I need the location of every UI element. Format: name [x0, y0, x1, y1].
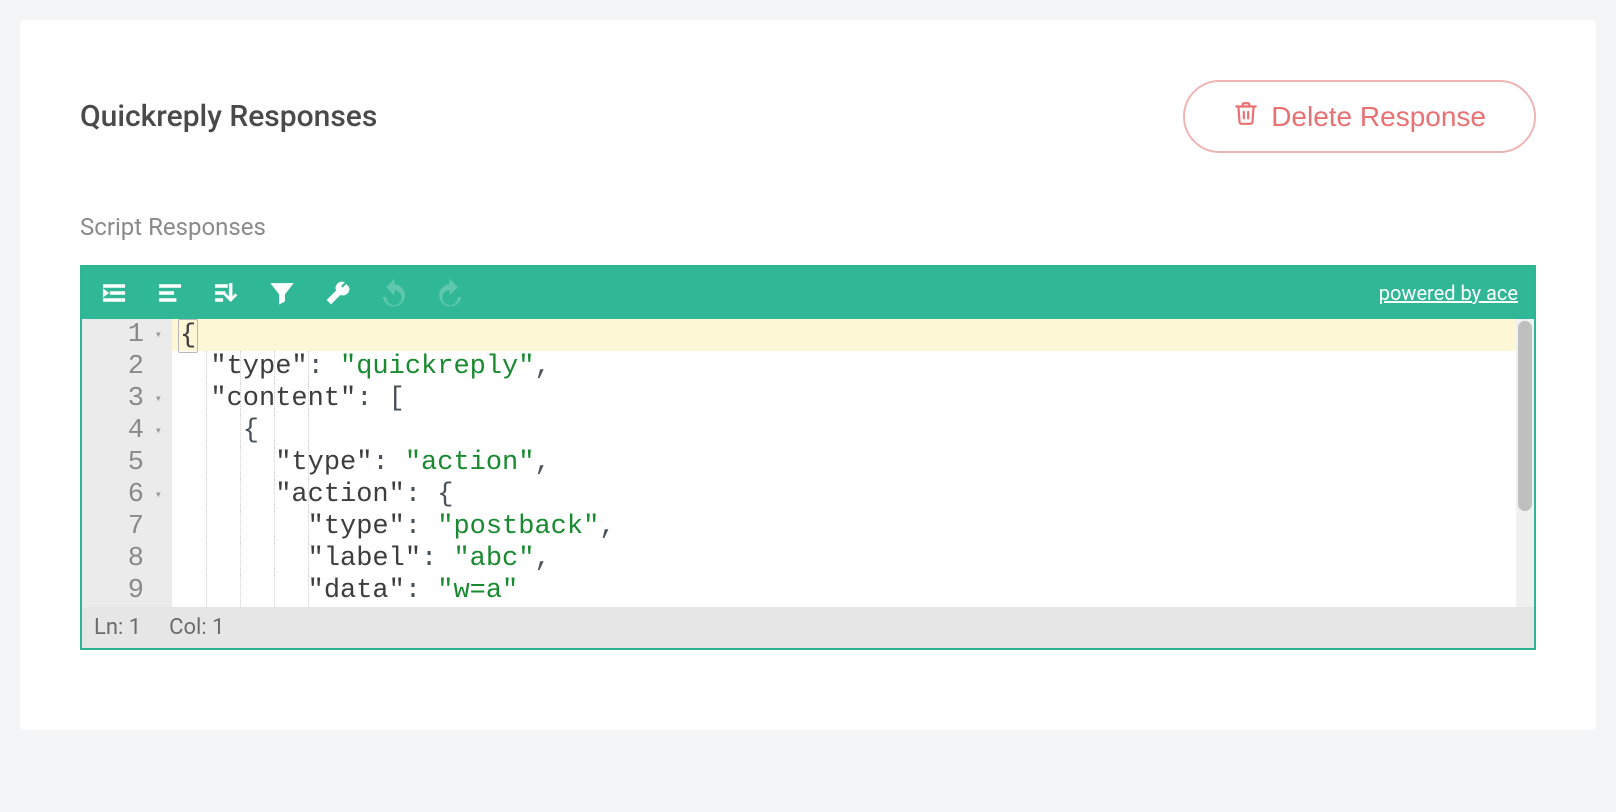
line-number: 6: [110, 479, 144, 511]
gutter-row: 4▾: [82, 415, 162, 447]
page-title: Quickreply Responses: [80, 99, 377, 134]
sort-icon[interactable]: [210, 277, 242, 309]
code-lines[interactable]: { "type": "quickreply", "content": [ { "…: [172, 319, 1534, 607]
responses-card: Quickreply Responses Delete Response Scr…: [20, 20, 1596, 730]
gutter-row: 6▾: [82, 479, 162, 511]
indent-right-icon[interactable]: [98, 277, 130, 309]
code-line[interactable]: "data": "w=a": [172, 575, 1534, 607]
gutter-row: 5: [82, 447, 162, 479]
wrench-icon[interactable]: [322, 277, 354, 309]
line-number: 9: [110, 575, 144, 607]
fold-marker-icon: [150, 521, 162, 533]
line-number: 3: [110, 383, 144, 415]
fold-marker-icon: [150, 457, 162, 469]
section-label: Script Responses: [80, 213, 1536, 241]
code-line[interactable]: "type": "postback",: [172, 511, 1534, 543]
code-line[interactable]: "type": "quickreply",: [172, 351, 1534, 383]
code-line[interactable]: "label": "abc",: [172, 543, 1534, 575]
code-line[interactable]: "content": [: [172, 383, 1534, 415]
gutter-row: 8: [82, 543, 162, 575]
align-left-icon[interactable]: [154, 277, 186, 309]
code-line[interactable]: {: [172, 319, 1534, 351]
code-editor: powered by ace 1▾23▾4▾56▾789 { "type": "…: [80, 265, 1536, 650]
line-number: 1: [110, 319, 144, 351]
line-number: 2: [110, 351, 144, 383]
filter-icon[interactable]: [266, 277, 298, 309]
fold-marker-icon: [150, 361, 162, 373]
gutter-row: 9: [82, 575, 162, 607]
card-header: Quickreply Responses Delete Response: [80, 80, 1536, 153]
delete-button-label: Delete Response: [1271, 101, 1486, 133]
fold-marker-icon[interactable]: ▾: [150, 489, 162, 501]
line-number: 7: [110, 511, 144, 543]
code-line[interactable]: "action": {: [172, 479, 1534, 511]
fold-marker-icon: [150, 585, 162, 597]
scrollbar-thumb[interactable]: [1518, 321, 1532, 511]
line-number-gutter: 1▾23▾4▾56▾789: [82, 319, 172, 607]
line-number: 5: [110, 447, 144, 479]
gutter-row: 3▾: [82, 383, 162, 415]
fold-marker-icon: [150, 553, 162, 565]
line-number: 8: [110, 543, 144, 575]
powered-by-link[interactable]: powered by ace: [1379, 281, 1518, 305]
editor-statusbar: Ln: 1 Col: 1: [82, 607, 1534, 648]
fold-marker-icon[interactable]: ▾: [150, 393, 162, 405]
delete-response-button[interactable]: Delete Response: [1183, 80, 1536, 153]
code-area[interactable]: 1▾23▾4▾56▾789 { "type": "quickreply", "c…: [82, 319, 1534, 607]
trash-icon: [1233, 100, 1259, 133]
line-number: 4: [110, 415, 144, 447]
undo-icon[interactable]: [378, 277, 410, 309]
status-col: Col: 1: [169, 615, 224, 640]
gutter-row: 2: [82, 351, 162, 383]
gutter-row: 7: [82, 511, 162, 543]
status-line: Ln: 1: [94, 615, 141, 640]
code-line[interactable]: "type": "action",: [172, 447, 1534, 479]
fold-marker-icon[interactable]: ▾: [150, 329, 162, 341]
redo-icon[interactable]: [434, 277, 466, 309]
editor-scrollbar[interactable]: [1516, 319, 1534, 607]
fold-marker-icon[interactable]: ▾: [150, 425, 162, 437]
code-line[interactable]: {: [172, 415, 1534, 447]
gutter-row: 1▾: [82, 319, 162, 351]
editor-toolbar: powered by ace: [82, 267, 1534, 319]
